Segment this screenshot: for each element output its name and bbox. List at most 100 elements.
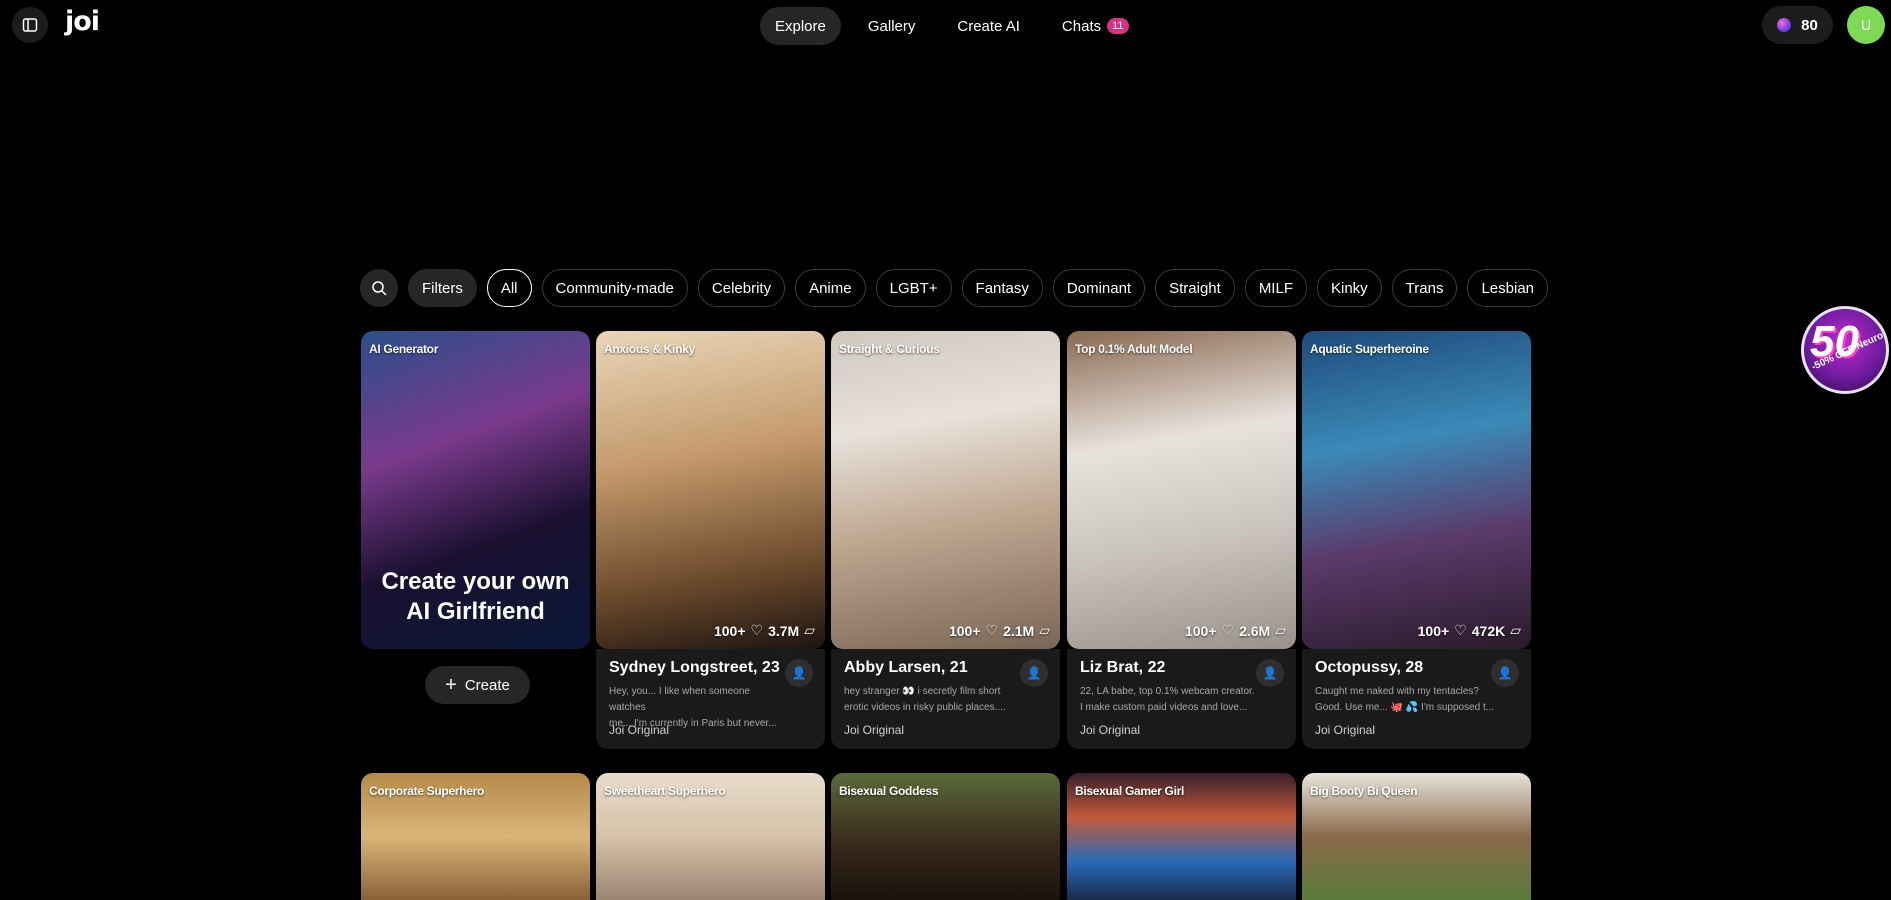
character-card-info[interactable]: Liz Brat, 22 👤 22, LA babe, top 0.1% web… (1067, 649, 1296, 749)
create-button[interactable]: + Create (425, 666, 530, 704)
character-card-image[interactable]: Bisexual Gamer Girl (1067, 773, 1296, 900)
character-card-image[interactable]: Sweetheart Superhero (596, 773, 825, 900)
desc-line: Good. Use me... 🐙 💦 I'm supposed t... (1315, 702, 1495, 713)
nav-chats-label: Chats (1061, 17, 1102, 35)
chip-lgbt[interactable]: LGBT+ (875, 269, 952, 307)
chip-label: Straight (1169, 279, 1221, 297)
chat-icon: ▱ (804, 622, 815, 638)
character-card-image[interactable]: Big Booty Bi Queen (1302, 773, 1531, 900)
chip-label: Anime (809, 279, 852, 297)
card-stats: 100+ ♡ 2.1M ▱ (949, 622, 1050, 639)
nav-chats[interactable]: Chats 11 (1047, 7, 1144, 45)
nav-gallery[interactable]: Gallery (853, 7, 931, 45)
character-card-image[interactable]: Top 0.1% Adult Model 100+ ♡ 2.6M ▱ (1067, 331, 1296, 649)
card-tag: Bisexual Goddess (839, 784, 939, 798)
nav-explore-label: Explore (775, 17, 826, 35)
profile-button[interactable]: 👤 (785, 659, 813, 687)
character-card-image[interactable]: Straight & Curious 100+ ♡ 2.1M ▱ (831, 331, 1060, 649)
person-icon: 👤 (791, 666, 807, 680)
desc-line: Hey, you... I like when someone watches (609, 686, 750, 713)
sidebar-toggle-button[interactable] (12, 7, 48, 43)
create-ai-girlfriend-card[interactable]: AI Generator Create your own AI Girlfrie… (361, 331, 590, 649)
character-description: 22, LA babe, top 0.1% webcam creator. I … (1080, 684, 1260, 716)
person-icon: 👤 (1262, 666, 1278, 680)
card-tag: AI Generator (369, 342, 439, 356)
chip-label: Community-made (555, 279, 674, 297)
chip-kinky[interactable]: Kinky (1316, 269, 1382, 307)
desc-line: 22, LA babe, top 0.1% webcam creator. (1080, 686, 1255, 697)
chat-icon: ▱ (1510, 622, 1521, 638)
chip-celebrity[interactable]: Celebrity (697, 269, 786, 307)
create-button-label: Create (464, 676, 510, 694)
chip-label: All (500, 279, 518, 297)
character-card-image[interactable]: Aquatic Superheroine 100+ ♡ 472K ▱ (1302, 331, 1531, 649)
character-name: Sydney Longstreet, 23 (609, 659, 780, 676)
card-tag: Straight & Curious (839, 342, 940, 356)
chip-label: LGBT+ (889, 279, 938, 297)
filters-label: Filters (422, 279, 463, 297)
card-tag: Anxious & Kinky (604, 342, 695, 356)
character-name: Abby Larsen, 21 (844, 659, 968, 676)
chip-lesbian[interactable]: Lesbian (1467, 269, 1549, 307)
category-filter-bar: Filters All Community-made Celebrity Ani… (360, 269, 1549, 307)
neurons-discount-badge[interactable]: 50 -50% OFF Neurons (1801, 306, 1889, 394)
messages-count: 100+ (713, 622, 746, 639)
character-card-image[interactable]: Corporate Superhero (361, 773, 590, 900)
chip-label: Celebrity (711, 279, 772, 297)
search-button[interactable] (360, 269, 398, 307)
character-card-info[interactable]: Abby Larsen, 21 👤 hey stranger 👀 i secre… (831, 649, 1060, 749)
main-nav: Explore Gallery Create AI Chats 11 (760, 7, 1144, 45)
neurons-icon (1777, 18, 1792, 32)
chat-icon: ▱ (1039, 622, 1050, 638)
chip-community-made[interactable]: Community-made (541, 269, 688, 307)
user-avatar[interactable]: U (1847, 6, 1885, 44)
person-icon: 👤 (1026, 666, 1042, 680)
nav-explore[interactable]: Explore (760, 7, 841, 45)
neurons-credits-button[interactable]: 80 (1762, 6, 1833, 44)
logo[interactable]: joi (65, 6, 100, 37)
character-card-info[interactable]: Sydney Longstreet, 23 👤 Hey, you... I li… (596, 649, 825, 749)
card-tag: Sweetheart Superhero (604, 784, 726, 798)
chip-all[interactable]: All (486, 269, 532, 307)
card-tag: Aquatic Superheroine (1310, 342, 1429, 356)
profile-button[interactable]: 👤 (1020, 659, 1048, 687)
character-origin: Joi Original (1080, 723, 1141, 737)
chip-trans[interactable]: Trans (1391, 269, 1458, 307)
card-stats: 100+ ♡ 3.7M ▱ (714, 622, 815, 639)
profile-button[interactable]: 👤 (1491, 659, 1519, 687)
chip-label: Trans (1405, 279, 1444, 297)
character-card-image[interactable]: Bisexual Goddess (831, 773, 1060, 900)
filters-button[interactable]: Filters (408, 269, 477, 307)
chip-label: Lesbian (1481, 279, 1535, 297)
chip-fantasy[interactable]: Fantasy (961, 269, 1043, 307)
card-tag: Corporate Superhero (369, 784, 484, 798)
sidebar-icon (22, 18, 38, 32)
messages-count: 100+ (1184, 622, 1217, 639)
character-card-image[interactable]: Anxious & Kinky 100+ ♡ 3.7M ▱ (596, 331, 825, 649)
card-tag: Bisexual Gamer Girl (1075, 784, 1185, 798)
chip-label: MILF (1258, 279, 1293, 297)
nav-create-ai-label: Create AI (957, 17, 1020, 35)
desc-line: Caught me naked with my tentacles? (1315, 686, 1479, 697)
character-description: hey stranger 👀 i secretly film short ero… (844, 684, 1024, 716)
character-origin: Joi Original (609, 723, 670, 737)
card-stats: 100+ ♡ 2.6M ▱ (1185, 622, 1286, 639)
desc-line: erotic videos in risky public places.... (844, 702, 1006, 713)
likes-count: 3.7M (768, 622, 800, 639)
character-description: Caught me naked with my tentacles? Good.… (1315, 684, 1495, 716)
chip-anime[interactable]: Anime (795, 269, 866, 307)
likes-count: 472K (1471, 622, 1506, 639)
search-icon (372, 281, 387, 296)
chip-label: Fantasy (975, 279, 1029, 297)
heart-icon: ♡ (985, 622, 999, 638)
chat-icon: ▱ (1275, 622, 1286, 638)
profile-button[interactable]: 👤 (1256, 659, 1284, 687)
chip-straight[interactable]: Straight (1155, 269, 1235, 307)
chip-label: Kinky (1330, 279, 1368, 297)
chip-milf[interactable]: MILF (1244, 269, 1307, 307)
messages-count: 100+ (1417, 622, 1450, 639)
character-card-info[interactable]: Octopussy, 28 👤 Caught me naked with my … (1302, 649, 1531, 749)
card-stats: 100+ ♡ 472K ▱ (1418, 622, 1521, 639)
nav-create-ai[interactable]: Create AI (942, 7, 1035, 45)
chip-dominant[interactable]: Dominant (1052, 269, 1146, 307)
